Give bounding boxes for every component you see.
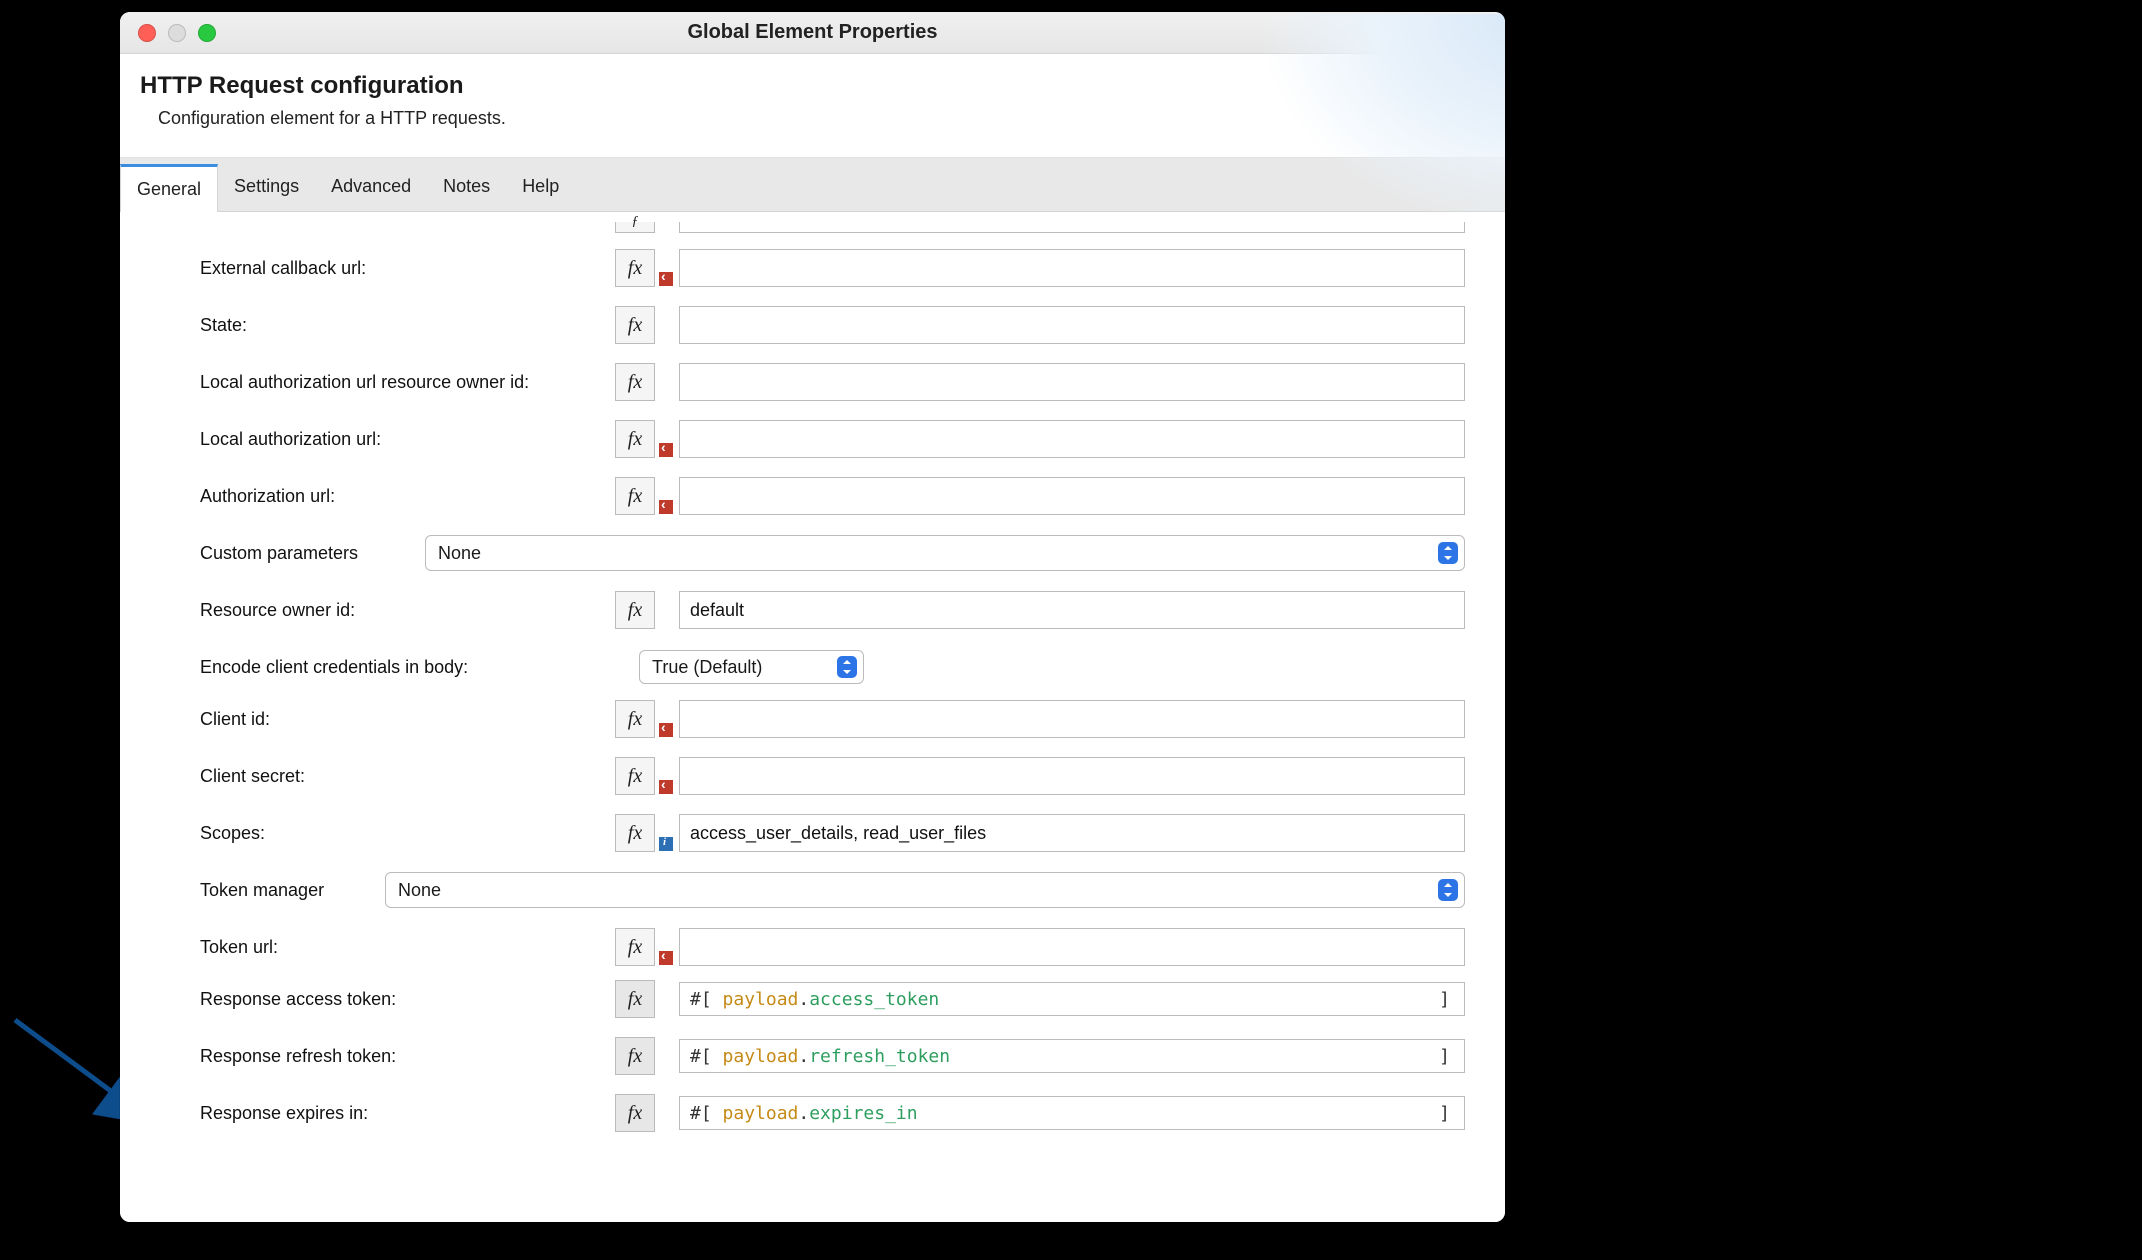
required-icon: [659, 723, 673, 737]
chevron-updown-icon: [1438, 542, 1458, 564]
response-expires-in-label: Response expires in:: [200, 1103, 615, 1124]
fx-button[interactable]: fx: [615, 700, 655, 738]
tab-settings[interactable]: Settings: [218, 164, 315, 211]
fx-button[interactable]: fx: [615, 814, 655, 852]
client-secret-label: Client secret:: [200, 766, 615, 787]
fx-button[interactable]: fx: [615, 363, 655, 401]
required-icon: [659, 951, 673, 965]
chevron-updown-icon: [1438, 879, 1458, 901]
required-icon: [659, 443, 673, 457]
fx-button[interactable]: fx: [615, 928, 655, 966]
token-manager-select[interactable]: None: [385, 872, 1465, 908]
page-description: Configuration element for a HTTP request…: [140, 108, 1485, 129]
resource-owner-id-input[interactable]: [679, 591, 1465, 629]
response-refresh-token-input[interactable]: #[ payload.refresh_token ]: [679, 1039, 1465, 1073]
token-manager-value: None: [398, 880, 441, 901]
external-callback-url-label: External callback url:: [200, 258, 615, 279]
fx-button[interactable]: fx: [615, 591, 655, 629]
form-content: ƒ External callback url: fx State: fx Lo…: [120, 212, 1505, 1222]
required-icon: [659, 272, 673, 286]
client-secret-input[interactable]: [679, 757, 1465, 795]
local-auth-url-input[interactable]: [679, 420, 1465, 458]
local-auth-url-owner-id-input[interactable]: [679, 363, 1465, 401]
local-auth-url-owner-id-label: Local authorization url resource owner i…: [200, 372, 615, 393]
window-title: Global Element Properties: [120, 21, 1505, 44]
required-icon: [659, 780, 673, 794]
chevron-updown-icon: [837, 656, 857, 678]
response-refresh-token-label: Response refresh token:: [200, 1046, 615, 1067]
page-title: HTTP Request configuration: [140, 72, 1485, 100]
client-id-input[interactable]: [679, 700, 1465, 738]
response-access-token-label: Response access token:: [200, 989, 615, 1010]
custom-parameters-select[interactable]: None: [425, 535, 1465, 571]
encode-client-credentials-label: Encode client credentials in body:: [200, 657, 615, 678]
fx-button[interactable]: fx: [615, 980, 655, 1018]
response-access-token-input[interactable]: #[ payload.access_token ]: [679, 982, 1465, 1016]
info-icon: [659, 837, 673, 851]
fx-button[interactable]: fx: [615, 420, 655, 458]
token-url-label: Token url:: [200, 937, 615, 958]
state-label: State:: [200, 315, 615, 336]
scopes-input[interactable]: [679, 814, 1465, 852]
response-expires-in-input[interactable]: #[ payload.expires_in ]: [679, 1096, 1465, 1130]
required-icon: [659, 500, 673, 514]
fx-button[interactable]: fx: [615, 306, 655, 344]
title-bar: Global Element Properties: [120, 12, 1505, 54]
authorization-url-input[interactable]: [679, 477, 1465, 515]
fx-button[interactable]: fx: [615, 1094, 655, 1132]
tab-notes[interactable]: Notes: [427, 164, 506, 211]
encode-client-credentials-value: True (Default): [652, 657, 762, 678]
tab-advanced[interactable]: Advanced: [315, 164, 427, 211]
tab-bar: General Settings Advanced Notes Help: [120, 158, 1505, 212]
dialog-header: HTTP Request configuration Configuration…: [120, 54, 1505, 158]
fx-button[interactable]: fx: [615, 249, 655, 287]
tab-general[interactable]: General: [120, 164, 218, 212]
tab-help[interactable]: Help: [506, 164, 575, 211]
scopes-label: Scopes:: [200, 823, 615, 844]
resource-owner-id-label: Resource owner id:: [200, 600, 615, 621]
dialog-window: Global Element Properties HTTP Request c…: [120, 12, 1505, 1222]
external-callback-url-input[interactable]: [679, 249, 1465, 287]
local-auth-url-label: Local authorization url:: [200, 429, 615, 450]
token-url-input[interactable]: [679, 928, 1465, 966]
authorization-url-label: Authorization url:: [200, 486, 615, 507]
fx-button[interactable]: fx: [615, 757, 655, 795]
fx-button[interactable]: fx: [615, 1037, 655, 1075]
state-input[interactable]: [679, 306, 1465, 344]
client-id-label: Client id:: [200, 709, 615, 730]
encode-client-credentials-select[interactable]: True (Default): [639, 650, 864, 684]
fx-button[interactable]: fx: [615, 477, 655, 515]
custom-parameters-value: None: [438, 543, 481, 564]
